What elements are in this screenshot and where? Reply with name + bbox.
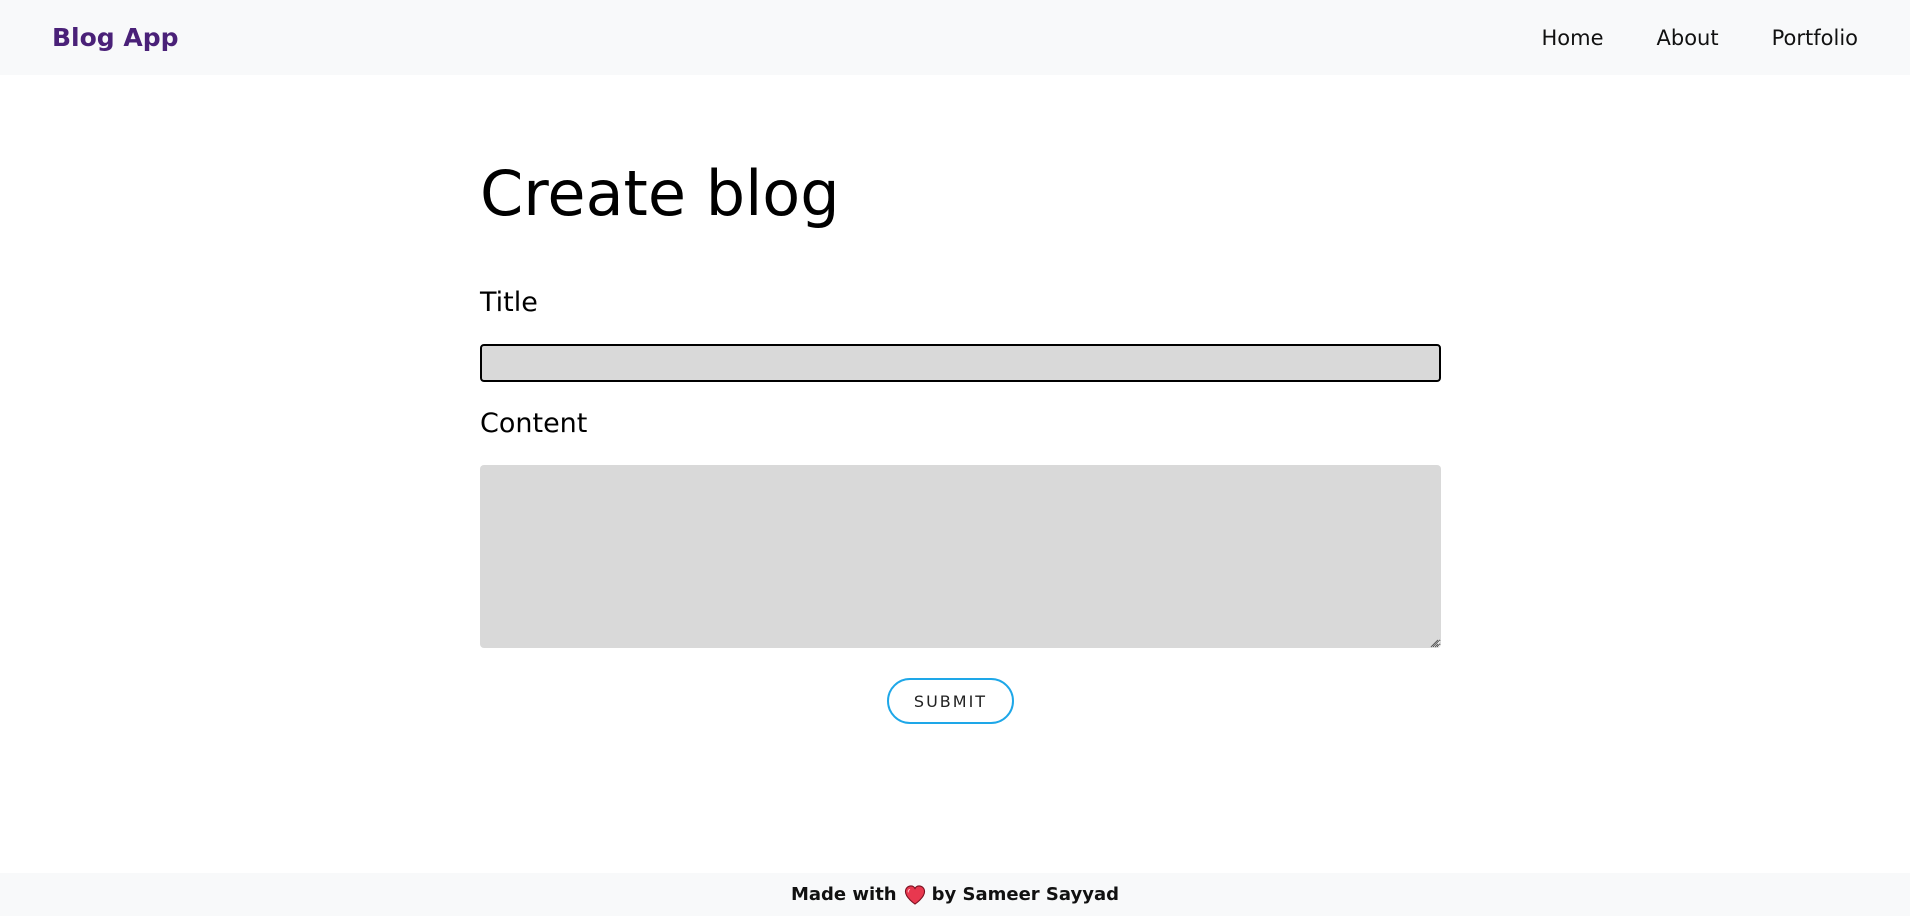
brand-link[interactable]: Blog App	[52, 23, 179, 52]
navbar: Blog App Home About Portfolio	[0, 0, 1910, 75]
page: Blog App Home About Portfolio Create blo…	[0, 0, 1910, 916]
nav-link-portfolio[interactable]: Portfolio	[1772, 26, 1858, 50]
submit-button[interactable]: SUBMIT	[887, 678, 1014, 724]
footer: Made with by Sameer Sayyad	[0, 873, 1910, 916]
heart-icon	[904, 884, 925, 905]
footer-suffix: by Sameer Sayyad	[931, 884, 1119, 905]
nav-links: Home About Portfolio	[1489, 26, 1859, 50]
content-textarea[interactable]	[480, 465, 1441, 648]
nav-link-home[interactable]: Home	[1542, 26, 1604, 50]
nav-link-about[interactable]: About	[1657, 26, 1719, 50]
title-label: Title	[480, 287, 538, 318]
page-title: Create blog	[480, 157, 840, 230]
title-input[interactable]	[480, 344, 1441, 382]
footer-prefix: Made with	[790, 884, 897, 905]
content-label: Content	[480, 408, 588, 439]
